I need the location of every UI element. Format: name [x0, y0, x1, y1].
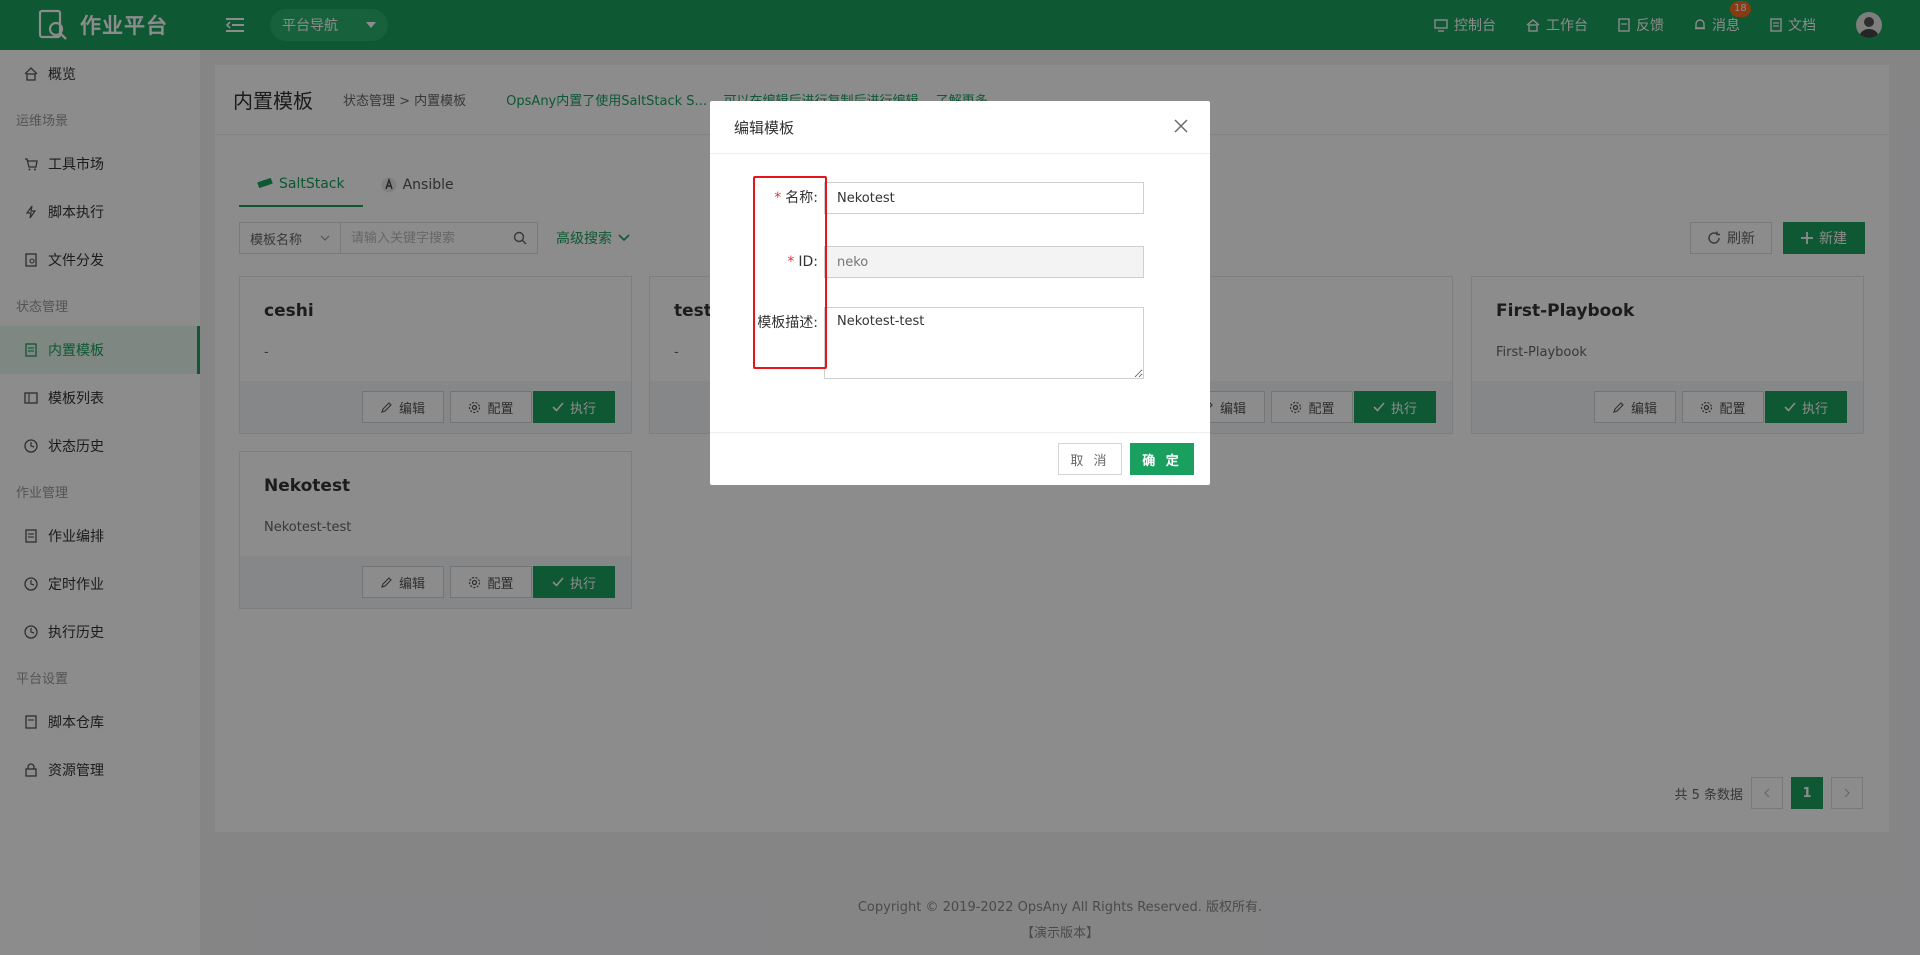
highlight-annotation-box [753, 176, 827, 369]
name-field[interactable] [824, 182, 1144, 214]
description-field[interactable]: Nekotest-test [824, 307, 1144, 379]
confirm-button[interactable]: 确 定 [1130, 443, 1194, 475]
edit-template-modal: 编辑模板 *名称: *ID: 模板描述: Nekotest-test 取 消 确… [710, 101, 1210, 485]
cancel-button[interactable]: 取 消 [1058, 443, 1122, 475]
id-field [824, 246, 1144, 278]
modal-title: 编辑模板 [734, 118, 795, 137]
modal-footer: 取 消 确 定 [710, 432, 1210, 485]
modal-header: 编辑模板 [710, 101, 1210, 154]
close-icon[interactable] [1174, 119, 1190, 135]
